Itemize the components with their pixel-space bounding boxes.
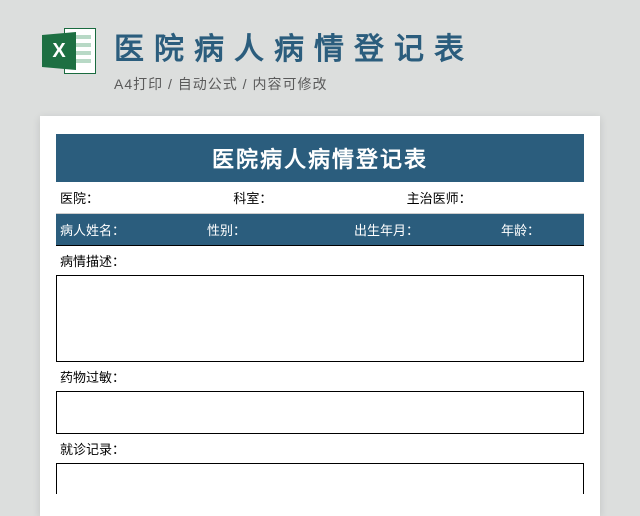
- birth-label: 出生年月：: [354, 220, 501, 239]
- page-title: 医院病人病情登记表: [114, 24, 474, 68]
- patient-info-row: 病人姓名： 性别： 出生年月： 年龄：: [56, 214, 584, 245]
- hospital-info-row: 医院： 科室： 主治医师：: [56, 182, 584, 214]
- excel-x-badge: X: [42, 32, 76, 70]
- page-subtitle: A4打印 / 自动公式 / 内容可修改: [114, 74, 474, 94]
- hospital-label: 医院：: [60, 188, 233, 207]
- patient-name-label: 病人姓名：: [60, 220, 207, 239]
- allergy-label: 药物过敏：: [56, 362, 584, 392]
- condition-description-label: 病情描述：: [56, 245, 584, 276]
- gender-label: 性别：: [207, 220, 354, 239]
- age-label: 年龄：: [501, 220, 580, 239]
- form-title: 医院病人病情登记表: [56, 134, 584, 182]
- condition-description-box: [56, 276, 584, 362]
- allergy-box: [56, 392, 584, 434]
- visit-record-box: [56, 464, 584, 494]
- visit-record-label: 就诊记录：: [56, 434, 584, 464]
- document-sheet: 医院病人病情登记表 医院： 科室： 主治医师： 病人姓名： 性别： 出生年月： …: [40, 116, 600, 516]
- department-label: 科室：: [233, 188, 406, 207]
- template-header: X 医院病人病情登记表 A4打印 / 自动公式 / 内容可修改: [0, 0, 640, 108]
- excel-icon: X: [42, 26, 96, 76]
- doctor-label: 主治医师：: [407, 188, 580, 207]
